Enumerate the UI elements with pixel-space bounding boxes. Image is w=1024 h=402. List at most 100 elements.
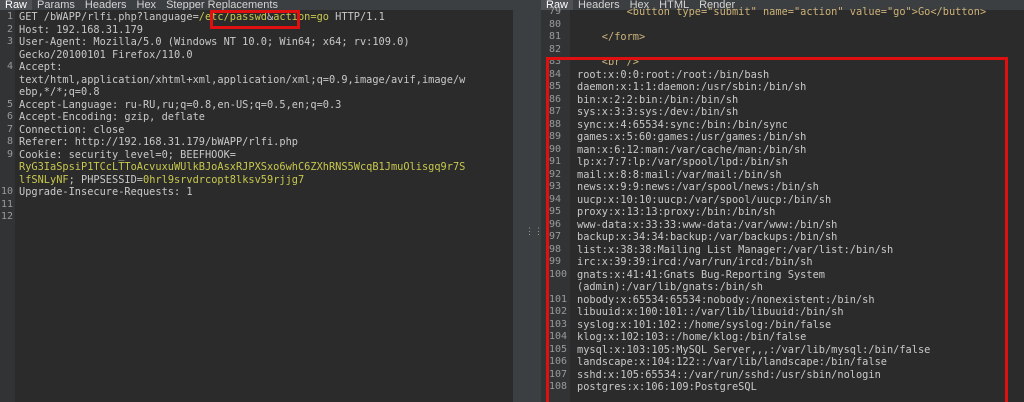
request-line: Upgrade-Insecure-Requests: 1 (19, 186, 509, 199)
response-line-number: 104 (549, 331, 568, 342)
response-passwd-line: daemon:x:1:1:daemon:/usr/sbin:/bin/sh (577, 81, 807, 93)
request-line-number: 3 (6, 36, 13, 47)
response-html-line: <button type="submit" name="action" valu… (577, 6, 987, 18)
response-editor[interactable]: 79 80 81 82 83 84 85 86 87 88 89 90 91 92 93 94 95 96 97 98… (541, 6, 1024, 402)
response-line-number: 82 (549, 43, 562, 55)
response-passwd-line: man:x:6:12:man:/var/cache/man:/bin/sh (577, 143, 807, 156)
request-value-token: /etc/passwd (198, 11, 267, 23)
request-line-number: 12 (0, 211, 13, 222)
response-line-number: 85 (549, 81, 562, 92)
response-passwd-line: landscape:x:104:122::/var/lib/landscape:… (577, 356, 887, 368)
response-line-number: 97 (549, 231, 562, 242)
response-line-number: 86 (549, 93, 562, 105)
response-passwd-line: backup:x:34:34:backup:/var/backups:/bin/… (577, 231, 838, 243)
request-text-token: GET /bWAPP/rlfi.php?language= (19, 11, 199, 23)
request-text-token: Accept-Encoding: gzip, deflate (19, 111, 205, 123)
request-tab-hex[interactable]: Hex (132, 0, 162, 10)
request-line (19, 211, 509, 224)
request-line: Accept-Encoding: gzip, deflate (19, 111, 509, 124)
request-line-number: 11 (0, 198, 13, 210)
request-text-token: HTTP/1.1 (328, 11, 385, 23)
request-line: ebp,*/*;q=0.8 (19, 86, 509, 99)
request-line: RyG3IaSpsiP1TCcLTToAcvuxuWUlkBJoAsxRJPXS… (19, 161, 509, 174)
request-line (19, 199, 509, 212)
response-line-number: 89 (549, 131, 562, 142)
response-line-number: 95 (549, 206, 562, 217)
request-tab-raw[interactable]: Raw (0, 0, 33, 10)
response-passwd-line: bin:x:2:2:bin:/bin:/bin/sh (577, 93, 739, 106)
response-line-number: 96 (549, 218, 562, 230)
request-text-token: Connection: close (19, 123, 125, 136)
request-line: Gecko/20100101 Firefox/110.0 (19, 49, 509, 62)
response-passwd-line: www-data:x:33:33:www-data:/var/www:/bin/… (577, 218, 838, 231)
request-line-number: 7 (6, 123, 13, 135)
response-passwd-line (577, 44, 1020, 57)
request-line: Accept: (19, 61, 509, 74)
request-line: Connection: close (19, 124, 509, 137)
request-text-token: Upgrade-Insecure-Requests: 1 (19, 186, 193, 198)
response-line-number: 101 (549, 293, 568, 305)
request-value-token: 0hrl9srvdrcopt8lksv59rjjg7 (143, 173, 305, 186)
request-text-token: Host: 192.168.31.179 (19, 23, 143, 36)
request-text-token: Referer: http://192.168.31.179/bWAPP/rlf… (19, 136, 298, 148)
response-line-number: 105 (549, 343, 568, 355)
response-passwd-line: nobody:x:65534:65534:nobody:/nonexistent… (577, 293, 875, 306)
response-line-number: 108 (549, 381, 568, 392)
request-text-token: ; PHPSESSID= (68, 173, 144, 186)
response-html-line: <br /> (577, 56, 639, 68)
response-line-number: 99 (549, 256, 562, 267)
request-line-number (0, 74, 13, 87)
request-tab-bar: Raw Params Headers Hex Stepper Replacements (0, 0, 513, 10)
request-tab-params[interactable]: Params (32, 0, 80, 10)
response-passwd-line: proxy:x:13:13:proxy:/bin:/bin/sh (577, 206, 776, 218)
request-line-number (0, 161, 13, 174)
response-line-number: 100 (549, 268, 568, 280)
splitter-handle-icon[interactable]: ⋮⋮ (525, 227, 543, 237)
response-passwd-line: (admin):/var/lib/gnats:/bin/sh (577, 281, 763, 293)
request-line-number: 10 (0, 186, 13, 197)
response-passwd-line: sshd:x:105:65534::/var/run/sshd:/usr/sbi… (577, 368, 881, 381)
request-line-number (0, 49, 13, 62)
response-passwd-line: root:x:0:0:root:/root:/bin/bash (577, 68, 770, 81)
request-pane: Raw Params Headers Hex Stepper Replacements … (0, 0, 513, 402)
request-value-token: RyG3IaSpsiP1TCcLTToAcvuxuWUlkBJoAsxRJPXS… (19, 161, 466, 173)
request-line-gutter: 1 2 3 4 5 6 7 8 9 10 11 12 (0, 10, 15, 402)
response-passwd-line: sync:x:4:65534:sync:/bin:/bin/sync (577, 118, 788, 131)
request-line-number: 9 (6, 148, 13, 160)
response-html-line: </form> (577, 31, 646, 43)
request-line-number: 2 (6, 23, 13, 35)
request-line: Cookie: security_level=0; BEEFHOOK= (19, 149, 509, 162)
request-line-number: 6 (6, 111, 13, 122)
response-passwd-line: klog:x:102:103::/home/klog:/bin/false (577, 331, 807, 343)
request-editor[interactable]: 1 2 3 4 5 6 7 8 9 10 11 12 GET /bWAPP/rlfi.php?lang… (0, 10, 513, 402)
response-line-number: 84 (549, 68, 562, 80)
request-value-token: lfSNLyNF (19, 173, 69, 186)
request-line-number (0, 86, 13, 99)
response-pane: Raw Headers Hex HTML Render 79 80 81 82 83 84 85 86… (541, 0, 1024, 402)
request-tab-headers[interactable]: Headers (80, 0, 132, 10)
request-line-number (0, 174, 13, 187)
response-passwd-line: irc:x:39:39:ircd:/var/run/ircd:/bin/sh (577, 256, 813, 268)
request-text-token: Accept: (19, 61, 63, 73)
request-line-number: 5 (6, 98, 13, 110)
response-passwd-line: mysql:x:103:105:MySQL Server,,,:/var/lib… (577, 343, 931, 356)
response-line-number: 88 (549, 118, 562, 130)
response-passwd-line: gnats:x:41:41:Gnats Bug-Reporting System (577, 268, 825, 281)
response-passwd-line: games:x:5:60:games:/usr/games:/bin/sh (577, 131, 807, 143)
request-tab-stepper-replacements[interactable]: Stepper Replacements (161, 0, 283, 10)
response-line-number: 91 (549, 156, 562, 167)
response-passwd-line: postgres:x:106:109:PostgreSQL (577, 381, 757, 393)
request-line: Host: 192.168.31.179 (19, 24, 509, 37)
response-line-number: 79 (549, 6, 562, 17)
response-line-number: 87 (549, 106, 562, 117)
request-text-token: ebp,*/*;q=0.8 (19, 86, 100, 98)
request-text-token: Cookie: security_level=0; BEEFHOOK= (19, 148, 236, 161)
request-line-number: 1 (6, 11, 13, 22)
response-passwd-line: lp:x:7:7:lp:/var/spool/lpd:/bin/sh (577, 156, 788, 168)
response-line-number: 106 (549, 356, 568, 367)
response-passwd-line: syslog:x:101:102::/home/syslog:/bin/fals… (577, 318, 832, 331)
response-passwd-line: news:x:9:9:news:/var/spool/news:/bin/sh (577, 181, 819, 193)
request-line: lfSNLyNF; PHPSESSID=0hrl9srvdrcopt8lksv5… (19, 174, 509, 187)
response-line-number: 90 (549, 143, 562, 155)
pane-splitter[interactable]: ⋮⋮ (513, 0, 543, 402)
